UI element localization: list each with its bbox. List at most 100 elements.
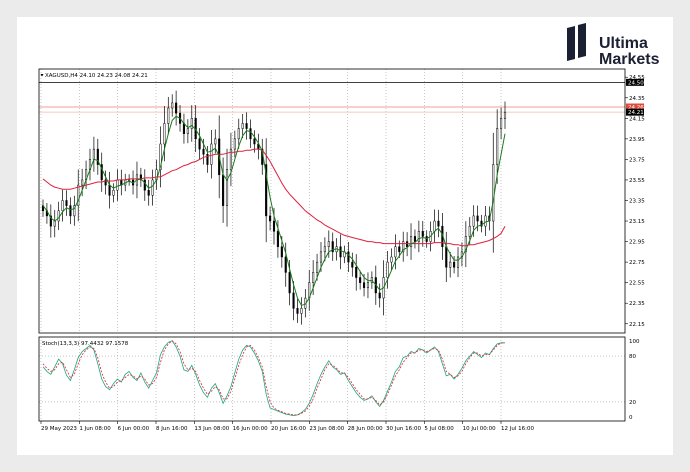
candle-body xyxy=(108,184,111,196)
candle-body xyxy=(398,246,401,253)
candle-body xyxy=(456,256,460,268)
candle-body xyxy=(316,261,319,273)
y-tick-label: 23.55 xyxy=(629,178,645,184)
candle-body xyxy=(288,272,291,294)
x-tick-label: 1 Jun 08:00 xyxy=(79,426,111,432)
candle-body xyxy=(65,200,68,206)
candle-body xyxy=(214,138,217,145)
candle-body xyxy=(249,128,252,140)
y-tick-label: 22.75 xyxy=(629,260,645,266)
candle-body xyxy=(253,138,256,145)
candle-body xyxy=(421,231,424,237)
candle-body xyxy=(378,292,381,299)
candle-body xyxy=(81,179,84,186)
candle-body xyxy=(496,128,499,165)
x-tick-label: 10 Jul 00:00 xyxy=(463,426,496,432)
candle-body xyxy=(269,215,272,222)
candle-body xyxy=(292,292,295,309)
candle-body xyxy=(339,246,342,258)
candle-body xyxy=(484,215,487,227)
candle-body xyxy=(186,128,189,134)
candle-body xyxy=(417,231,420,242)
candle-body xyxy=(323,246,326,253)
candle-body xyxy=(151,179,154,196)
candle-body xyxy=(363,282,366,289)
candle-body xyxy=(449,261,452,268)
candle-body xyxy=(300,308,303,314)
y-tick-label: 24.35 xyxy=(629,96,645,102)
x-tick-label: 23 Jun 08:00 xyxy=(309,426,344,432)
candle-body xyxy=(112,189,115,196)
main-pane-frame xyxy=(38,68,626,334)
candle-body xyxy=(175,102,178,114)
brand-name-line2: Markets xyxy=(599,51,660,68)
text-layer: XAGUSD,H4 24.10 24.23 24.08 24.21 Stoch(1… xyxy=(40,73,645,432)
candle-body xyxy=(69,205,72,217)
candle-body xyxy=(222,174,225,206)
stoch-signal-line xyxy=(42,340,505,416)
candle-body xyxy=(245,123,248,129)
stoch-layer xyxy=(42,340,505,417)
chart-canvas: XAGUSD,H4 24.10 24.23 24.08 24.21 Stoch(1… xyxy=(38,68,645,432)
candle-body xyxy=(296,308,299,314)
x-tick-label: 6 Jun 00:00 xyxy=(118,426,150,432)
candle-body xyxy=(500,118,503,129)
candles-layer xyxy=(41,90,507,325)
y-tick-label: 24.15 xyxy=(629,116,645,122)
y-tick-label: 23.15 xyxy=(629,219,645,225)
candle-body xyxy=(280,246,283,258)
candle-body xyxy=(284,256,287,273)
x-tick-label: 5 Jul 08:00 xyxy=(424,426,454,432)
candle-body xyxy=(472,215,475,227)
stoch-y-tick-label: 20 xyxy=(629,400,636,406)
candle-body xyxy=(413,236,416,242)
candle-body xyxy=(210,143,213,165)
candle-body xyxy=(53,220,56,227)
candle-body xyxy=(182,123,185,134)
candle-body xyxy=(355,267,358,278)
candle-body xyxy=(202,148,205,155)
candle-body xyxy=(171,102,174,109)
candle-body xyxy=(347,251,350,263)
candle-body xyxy=(406,241,409,247)
x-tick-label: 16 Jun 00:00 xyxy=(233,426,268,432)
candle-body xyxy=(241,123,244,129)
y-tick-label: 22.35 xyxy=(629,301,645,307)
stoch-header: Stoch(13,3,3) 97.4432 97.1578 xyxy=(42,341,129,347)
y-tick-label: 23.35 xyxy=(629,198,645,204)
candle-body xyxy=(351,261,354,268)
candle-body xyxy=(57,210,60,222)
candle-body xyxy=(453,261,456,268)
candle-body xyxy=(312,272,315,283)
candle-body xyxy=(319,251,323,263)
candle-body xyxy=(445,246,448,268)
brand-logo: Ultima Markets xyxy=(566,23,666,68)
x-tick-label: 13 Jun 08:00 xyxy=(194,426,229,432)
y-tick-label: 23.75 xyxy=(629,157,645,163)
stoch-main-line xyxy=(42,340,505,417)
candle-body xyxy=(163,123,166,145)
y-tick-label: 22.55 xyxy=(629,281,645,287)
x-tick-label: 8 Jun 16:00 xyxy=(156,426,188,432)
candle-body xyxy=(167,107,170,124)
brand-mark-icon xyxy=(567,23,586,61)
candle-body xyxy=(503,111,507,119)
candle-body xyxy=(437,220,440,227)
candle-body xyxy=(233,138,236,150)
x-tick-label: 29 May 2023 xyxy=(41,426,77,432)
price-level-label: 24.50 xyxy=(628,80,644,86)
candle-body xyxy=(61,200,64,212)
x-tick-label: 30 Jun 16:00 xyxy=(386,426,421,432)
chart-card: XAGUSD,H4 24.10 24.23 24.08 24.21 Stoch(1… xyxy=(17,17,673,455)
candle-body xyxy=(409,236,413,247)
x-tick-label: 12 Jul 16:00 xyxy=(501,426,534,432)
candle-body xyxy=(390,256,393,263)
candle-body xyxy=(468,225,471,237)
candle-body xyxy=(225,169,229,206)
candle-body xyxy=(366,282,370,289)
brand-name-line1: Ultima xyxy=(599,35,648,52)
y-tick-label: 22.15 xyxy=(629,322,645,328)
candle-body xyxy=(237,128,240,140)
price-level-label: 24.21 xyxy=(628,110,644,116)
candle-body xyxy=(370,277,373,283)
